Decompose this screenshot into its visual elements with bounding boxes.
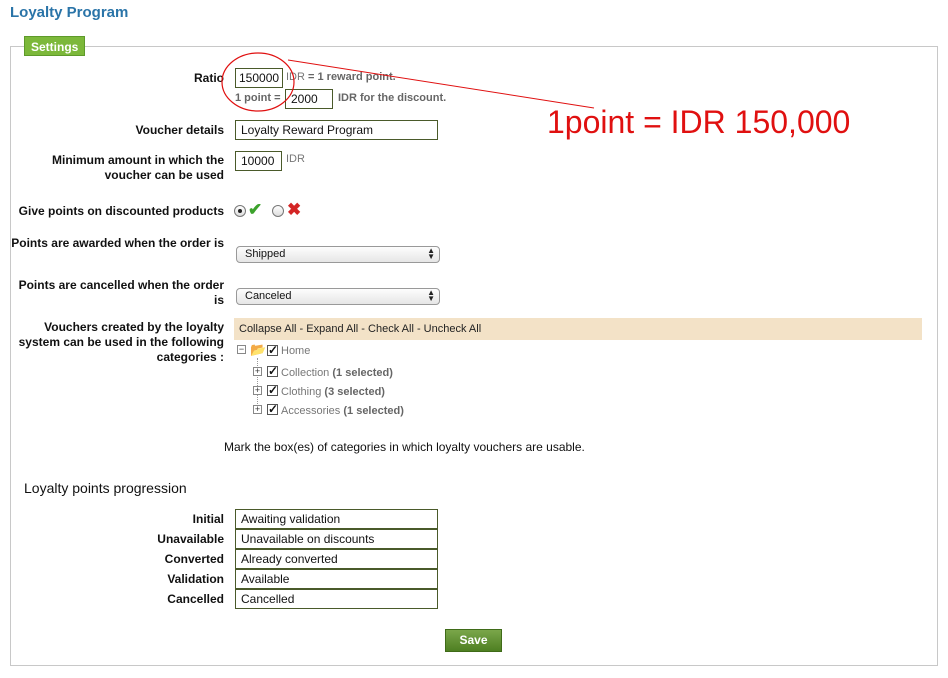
annotation-line <box>287 59 595 109</box>
annotation-overlay <box>221 52 595 112</box>
annotation-circle <box>221 52 295 112</box>
annotation-text: 1point = IDR 150,000 <box>547 104 851 140</box>
